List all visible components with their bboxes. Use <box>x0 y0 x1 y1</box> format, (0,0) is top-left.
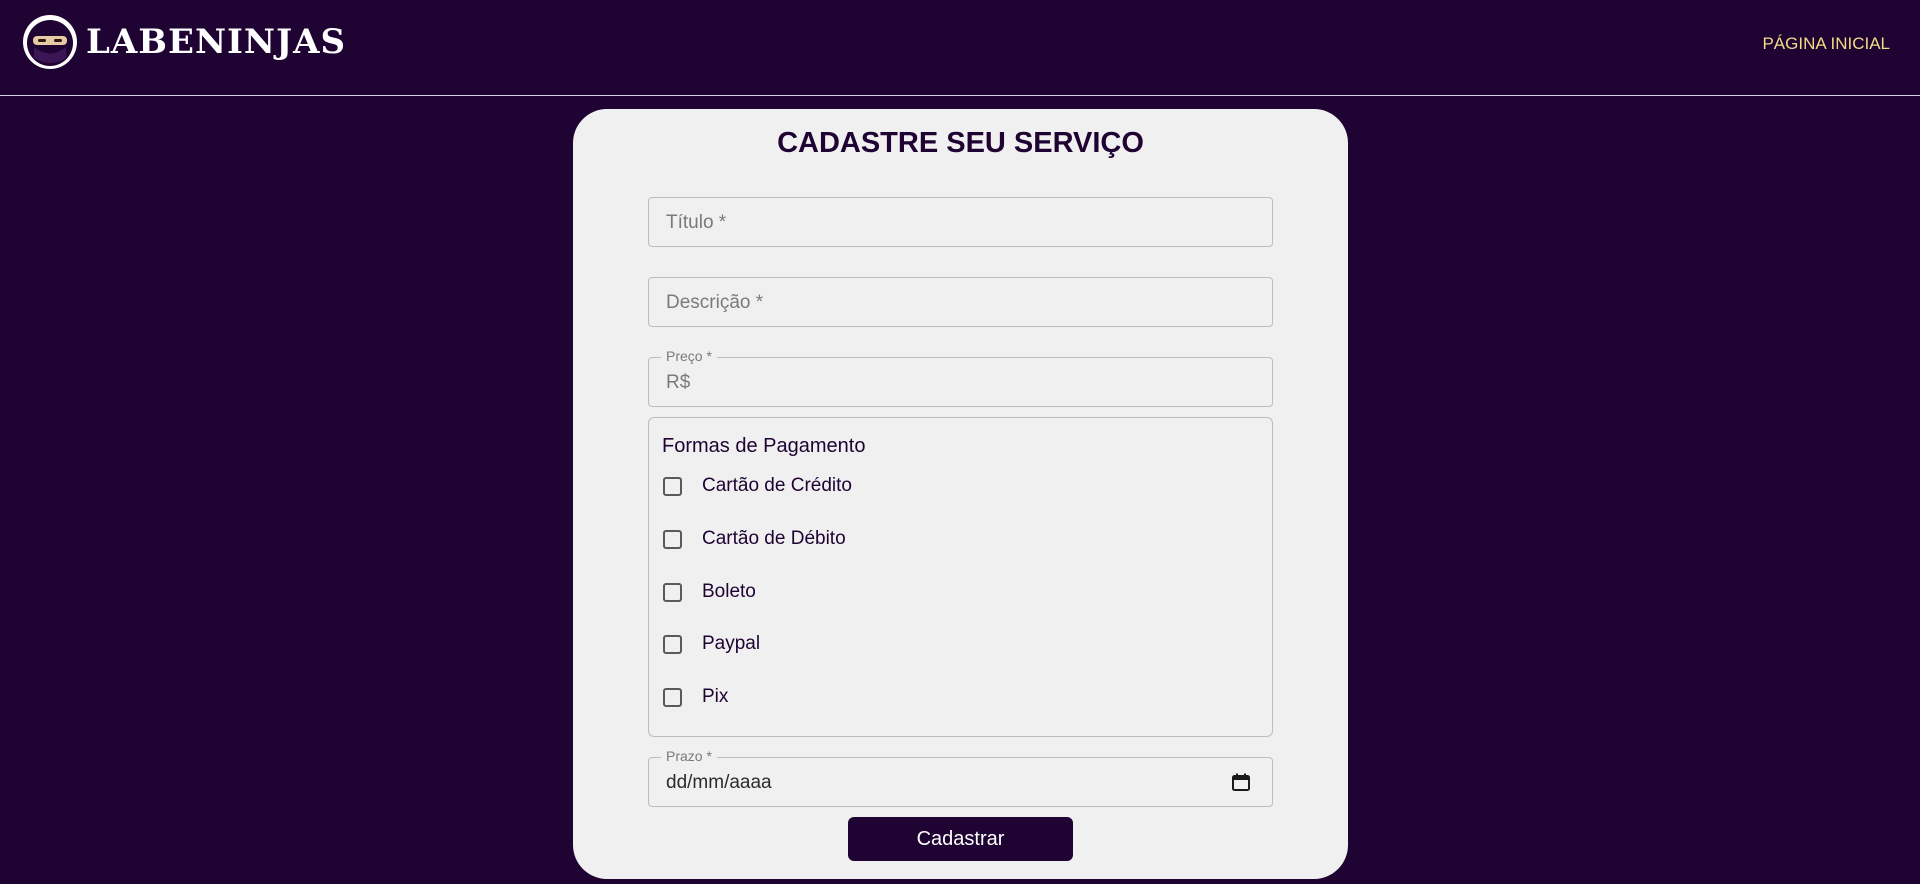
paypal-checkbox[interactable] <box>663 634 682 654</box>
titulo-input[interactable]: Título * <box>648 197 1273 247</box>
register-service-card: CADASTRE SEU SERVIÇO Título * Descrição … <box>573 109 1348 879</box>
payment-methods-group: Formas de Pagamento Cartão de Crédito Ca… <box>648 417 1273 737</box>
prazo-label: Prazo * <box>661 748 717 764</box>
preco-prefix: R$ <box>666 372 691 393</box>
prazo-date-input[interactable]: Prazo * dd/mm/aaaa <box>648 748 1273 807</box>
nav-home-link[interactable]: PÁGINA INICIAL <box>1762 34 1890 54</box>
payment-option-debit-card[interactable]: Cartão de Débito <box>663 528 846 550</box>
page-title: CADASTRE SEU SERVIÇO <box>777 127 1144 159</box>
payment-option-paypal[interactable]: Paypal <box>663 633 760 655</box>
prazo-value: dd/mm/aaaa <box>666 772 772 793</box>
top-header: LABENINJAS PÁGINA INICIAL <box>0 0 1920 96</box>
calendar-icon[interactable] <box>1231 772 1251 792</box>
preco-label: Preço * <box>661 348 717 364</box>
descricao-placeholder: Descrição * <box>666 292 764 313</box>
payment-option-label: Cartão de Débito <box>702 528 846 549</box>
payment-option-credit-card[interactable]: Cartão de Crédito <box>663 475 852 497</box>
descricao-input[interactable]: Descrição * <box>648 277 1273 327</box>
brand-logo[interactable]: LABENINJAS <box>22 14 346 70</box>
preco-input[interactable]: Preço * R$ <box>648 348 1273 407</box>
payment-option-label: Pix <box>702 686 729 707</box>
debit-card-checkbox[interactable] <box>663 529 682 549</box>
ninja-avatar-icon <box>23 15 77 69</box>
payment-option-label: Cartão de Crédito <box>702 475 852 496</box>
payment-option-label: Paypal <box>702 633 761 654</box>
pix-checkbox[interactable] <box>663 687 682 707</box>
boleto-checkbox[interactable] <box>663 582 682 602</box>
brand-name: LABENINJAS <box>86 22 347 62</box>
payment-option-label: Boleto <box>702 581 756 602</box>
payment-methods-title: Formas de Pagamento <box>662 435 866 457</box>
credit-card-checkbox[interactable] <box>663 476 682 496</box>
payment-option-boleto[interactable]: Boleto <box>663 581 756 603</box>
payment-option-pix[interactable]: Pix <box>663 686 728 708</box>
submit-button[interactable]: Cadastrar <box>848 817 1073 861</box>
titulo-placeholder: Título * <box>666 212 727 233</box>
